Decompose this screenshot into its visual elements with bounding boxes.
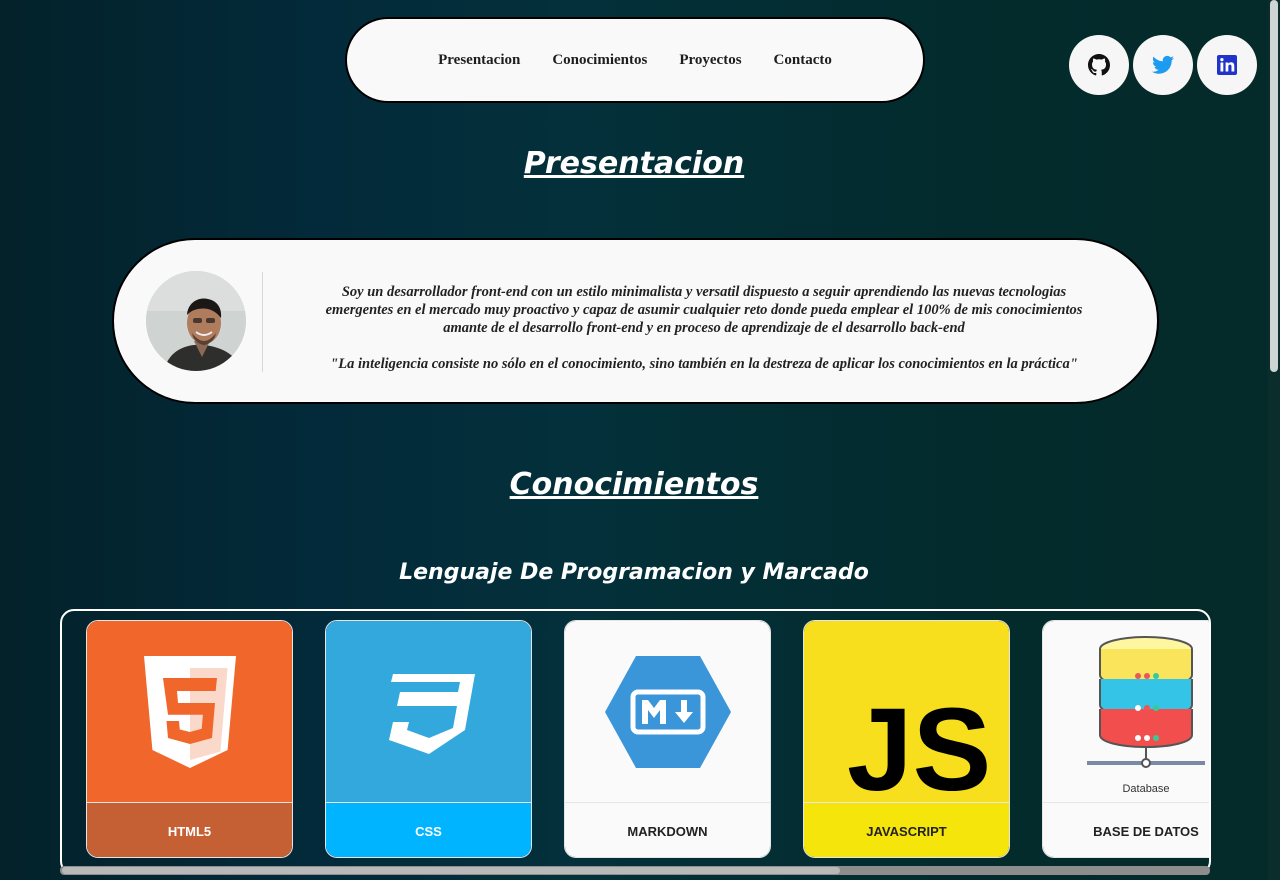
skills-carousel[interactable]: HTML5 CSS MARKDOWN JS JAVASCRIPT Databas… [60, 609, 1211, 875]
intro-paragraph: Soy un desarrollador front-end con un es… [274, 283, 1134, 337]
linkedin-icon [1217, 55, 1237, 75]
divider [262, 272, 263, 372]
twitter-icon [1152, 55, 1174, 74]
skill-card-image [87, 621, 292, 802]
skill-card-image [326, 621, 531, 802]
skill-card-image: JS [804, 621, 1009, 802]
skill-card-label: CSS [326, 802, 531, 857]
skill-card-image: Database [1043, 621, 1209, 802]
javascript-icon: JS [847, 690, 991, 800]
intro-card: Soy un desarrollador front-end con un es… [112, 238, 1159, 404]
linkedin-button[interactable] [1197, 35, 1257, 95]
skill-card-label: BASE DE DATOS [1043, 802, 1209, 857]
skills-subtitle: Lenguaje De Programacion y Marcado [399, 560, 869, 585]
markdown-icon [604, 655, 731, 768]
nav-link-proyectos[interactable]: Proyectos [679, 52, 741, 69]
database-caption: Database [1122, 782, 1170, 795]
skill-card-javascript[interactable]: JS JAVASCRIPT [803, 620, 1010, 858]
carousel-scrollbar[interactable] [60, 866, 1210, 875]
github-button[interactable] [1069, 35, 1129, 95]
intro-text: Soy un desarrollador front-end con un es… [274, 283, 1134, 373]
skill-card-label: MARKDOWN [565, 802, 770, 857]
avatar [146, 271, 246, 371]
presentacion-title: Presentacion [523, 146, 745, 181]
github-icon [1088, 54, 1110, 76]
svg-text:JS: JS [847, 690, 991, 800]
html5-icon [143, 655, 236, 768]
nav-link-contacto[interactable]: Contacto [774, 52, 832, 69]
twitter-button[interactable] [1133, 35, 1193, 95]
nav-link-presentacion[interactable]: Presentacion [438, 52, 520, 69]
main-nav: Presentacion Conocimientos Proyectos Con… [345, 17, 925, 103]
intro-line: amante de el desarrollo front-end y en p… [443, 320, 965, 336]
skill-card-label: HTML5 [87, 802, 292, 857]
skill-card-markdown[interactable]: MARKDOWN [564, 620, 771, 858]
css3-icon [388, 673, 475, 754]
conocimientos-title: Conocimientos [509, 467, 759, 502]
skill-card-database[interactable]: Database BASE DE DATOS [1042, 620, 1209, 858]
page-scrollbar-thumb[interactable] [1270, 0, 1278, 372]
database-icon [1087, 635, 1205, 768]
intro-line: emergentes en el mercado muy proactivo y… [325, 302, 1083, 318]
skill-card-css[interactable]: CSS [325, 620, 532, 858]
skill-card-html5[interactable]: HTML5 [86, 620, 293, 858]
intro-quote: "La inteligencia consiste no sólo en el … [330, 356, 1078, 372]
skill-card-label: JAVASCRIPT [804, 802, 1009, 857]
page-scrollbar[interactable] [1268, 0, 1280, 880]
carousel-scrollbar-thumb[interactable] [62, 867, 840, 874]
skill-card-image [565, 621, 770, 802]
intro-line: Soy un desarrollador front-end con un es… [341, 284, 1067, 300]
nav-link-conocimientos[interactable]: Conocimientos [552, 52, 647, 69]
